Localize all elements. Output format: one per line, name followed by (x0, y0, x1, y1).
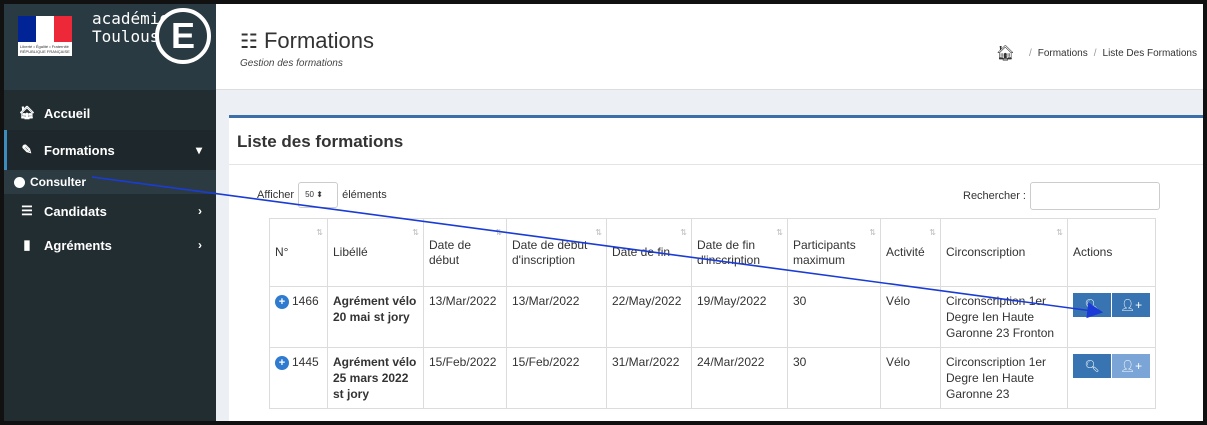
view-button[interactable]: 🔍︎ (1073, 354, 1111, 378)
column-header: Actions (1067, 218, 1156, 287)
view-button[interactable]: 🔍︎ (1073, 293, 1111, 317)
sidebar-item-accueil[interactable]: 🏠︎ Accueil (4, 96, 216, 130)
e-logo: E (155, 8, 211, 64)
chevron-right-icon: › (198, 238, 202, 252)
column-header[interactable]: Libéllé ⇅ (327, 218, 424, 287)
table-row: +1445 Agrément vélo 25 mars 2022 st jory… (269, 347, 1156, 409)
edit-icon: ✎ (21, 142, 33, 157)
sidebar-menu: 🏠︎ Accueil ✎ Formations ▾ Consulter ☰ Ca… (4, 96, 216, 262)
entries-select[interactable]: 50 ⬍ (298, 182, 339, 208)
column-header[interactable]: Participants maximum ⇅ (787, 218, 881, 287)
list-icon: ☰ (21, 203, 33, 218)
expand-icon[interactable]: + (275, 294, 289, 309)
page-subtitle: Gestion des formations (240, 58, 343, 69)
column-header[interactable]: N° ⇅ (269, 218, 328, 287)
show-entries: Afficher 50 ⬍ éléments (257, 182, 387, 208)
add-candidate-button[interactable]: 👤︎+ (1112, 293, 1150, 317)
column-header[interactable]: Date de fin ⇅ (606, 218, 692, 287)
table-row: +1466 Agrément vélo 20 mai st jory 13/Ma… (269, 286, 1156, 348)
column-header[interactable]: Activité ⇅ (880, 218, 941, 287)
home-icon: 🏠︎ (18, 105, 36, 120)
sidebar-subitem-consulter[interactable]: Consulter (4, 170, 216, 194)
sidebar-item-formations[interactable]: ✎ Formations ▾ (4, 130, 216, 170)
search-icon: 🔍︎ (1084, 359, 1100, 373)
sidebar: Liberté • Égalité • Fraternité RÉPUBLIQU… (4, 4, 216, 421)
page-title: ☷ Formations (240, 28, 374, 53)
column-header[interactable]: Date de fin d'inscription ⇅ (691, 218, 788, 287)
column-header[interactable]: Circonscription ⇅ (940, 218, 1068, 287)
formations-table: N° ⇅ Libéllé ⇅ Date de début ⇅ Date de débu… (269, 218, 1156, 409)
search-icon: 🔍︎ (1084, 298, 1100, 312)
search: Rechercher : (963, 182, 1160, 210)
brand-header: Liberté • Égalité • Fraternité RÉPUBLIQU… (4, 4, 216, 90)
republique-logo: Liberté • Égalité • Fraternité RÉPUBLIQU… (18, 16, 72, 56)
list-icon: ☷ (240, 31, 258, 53)
chevron-right-icon: › (198, 204, 202, 218)
box-title: Liste des formations (237, 132, 404, 151)
sidebar-item-agrements[interactable]: ▮ Agréments › (4, 228, 216, 262)
expand-icon[interactable]: + (275, 355, 289, 370)
chevron-down-icon: ▾ (195, 143, 202, 157)
content-header: ☷ Formations Gestion des formations 🏠︎ / … (216, 4, 1203, 90)
column-header[interactable]: Date de début d'inscription ⇅ (506, 218, 607, 287)
column-header[interactable]: Date de début ⇅ (423, 218, 507, 287)
user-plus-icon: 👤︎+ (1119, 298, 1143, 312)
search-input[interactable] (1029, 182, 1160, 210)
circle-icon (14, 176, 25, 188)
add-candidate-button[interactable]: 👤︎+ (1112, 354, 1150, 378)
breadcrumb: 🏠︎ / Formations / Liste Des Formations (995, 44, 1197, 62)
breadcrumb-current: Liste Des Formations (1102, 47, 1197, 59)
home-icon[interactable]: 🏠︎ (996, 44, 1015, 62)
sidebar-item-candidats[interactable]: ☰ Candidats › (4, 194, 216, 228)
user-plus-icon: 👤︎+ (1119, 359, 1143, 373)
breadcrumb-formations[interactable]: Formations (1038, 48, 1088, 59)
formations-box: Liste des formations Afficher 50 ⬍ éléme… (229, 115, 1203, 421)
file-icon: ▮ (23, 237, 31, 252)
